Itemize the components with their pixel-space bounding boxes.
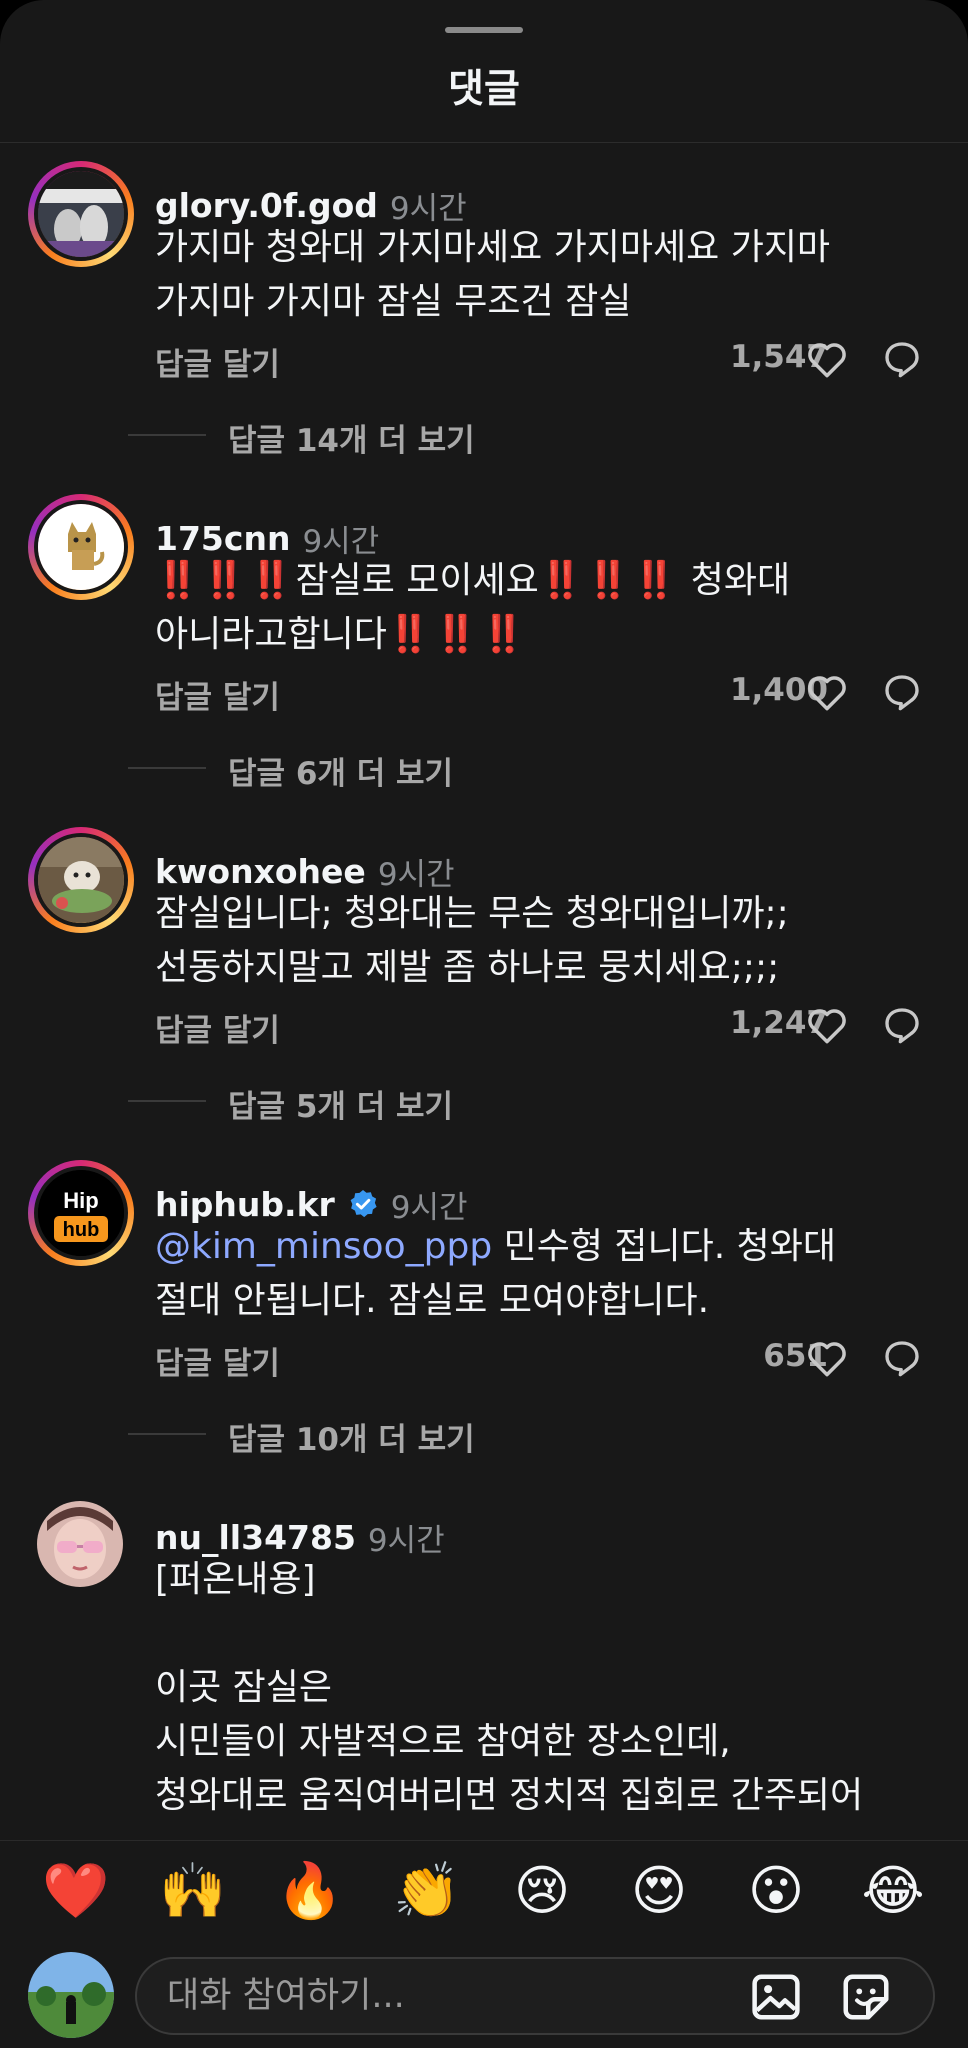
clapping-reaction[interactable]: 👏: [393, 1859, 460, 1923]
hiphub-logo: Hip hub: [38, 1170, 124, 1256]
heart-icon[interactable]: [806, 672, 848, 712]
mention-link[interactable]: @kim_minsoo_ppp: [155, 1226, 492, 1267]
current-user-avatar[interactable]: [28, 1952, 114, 2038]
username[interactable]: nu_ll34785: [155, 1518, 356, 1557]
view-replies-button[interactable]: 답글 5개 더 보기: [0, 1081, 968, 1125]
comments-sheet: 댓글 glory.0f.god 9시간 가지마 청와대 가지마세요 가지마세요 …: [0, 0, 968, 2048]
username[interactable]: 175cnn: [155, 519, 290, 558]
reply-icon[interactable]: [882, 672, 922, 712]
comment-text-part: 잠실로 모이세요: [295, 560, 539, 601]
avatar-story-ring[interactable]: Hip hub: [28, 1160, 134, 1266]
reply-button[interactable]: 답글 달기: [155, 339, 280, 384]
avatar: [34, 500, 128, 594]
fire-reaction[interactable]: 🔥: [276, 1859, 343, 1923]
avatar[interactable]: [37, 1501, 123, 1587]
avatar-story-ring[interactable]: [28, 161, 134, 267]
surprised-reaction[interactable]: 😮: [744, 1859, 808, 1923]
thread-line: [128, 434, 206, 436]
raising-hands-reaction[interactable]: 🙌: [159, 1859, 226, 1923]
avatar: [34, 833, 128, 927]
view-replies-label: 답글 14개 더 보기: [228, 423, 475, 459]
thread-line: [128, 767, 206, 769]
comment-text: @kim_minsoo_ppp 민수형 접니다. 청와대 절대 안됩니다. 잠실…: [155, 1220, 935, 1328]
comment-text-part: 아니라고합니다: [155, 614, 387, 655]
reaction-bar: ❤️ 🙌 🔥 👏 😢 😍 😮 😂: [0, 1840, 968, 1936]
heart-icon[interactable]: [806, 1338, 848, 1378]
comment-input-box: [135, 1957, 935, 2035]
username[interactable]: hiphub.kr: [155, 1185, 335, 1224]
heart-icon[interactable]: [806, 1005, 848, 1045]
username[interactable]: kwonxohee: [155, 852, 366, 891]
comment-text: 가지마 청와대 가지마세요 가지마세요 가지마 가지마 가지마 잠실 무조건 잠…: [155, 227, 831, 322]
view-replies-label: 답글 5개 더 보기: [228, 1089, 454, 1125]
avatar-story-ring[interactable]: [28, 494, 134, 600]
reply-button[interactable]: 답글 달기: [155, 1338, 280, 1383]
avatar: Hip hub: [34, 1166, 128, 1260]
comment-text-part: 청와대: [679, 560, 791, 601]
view-replies-label: 답글 6개 더 보기: [228, 756, 454, 792]
emphasis-marks: ‼️‼️‼️: [155, 560, 296, 601]
thread-line: [128, 1100, 206, 1102]
comment-list[interactable]: glory.0f.god 9시간 가지마 청와대 가지마세요 가지마세요 가지마…: [0, 143, 968, 1840]
sheet-drag-handle[interactable]: [445, 27, 523, 33]
view-replies-label: 답글 10개 더 보기: [228, 1422, 475, 1458]
username[interactable]: glory.0f.god: [155, 186, 378, 225]
comment-input[interactable]: [167, 1971, 727, 2021]
reply-button[interactable]: 답글 달기: [155, 1005, 280, 1050]
sheet-title: 댓글: [448, 67, 520, 112]
hiphub-logo-bottom: hub: [63, 1219, 100, 1241]
sticker-icon[interactable]: [839, 1970, 893, 2024]
reply-icon[interactable]: [882, 339, 922, 379]
reply-icon[interactable]: [882, 1338, 922, 1378]
reply-icon[interactable]: [882, 1005, 922, 1045]
comment-text: 잠실입니다; 청와대는 무슨 청와대입니까;; 선동하지말고 제발 좀 하나로 …: [155, 893, 789, 988]
view-replies-button[interactable]: 답글 10개 더 보기: [0, 1414, 968, 1458]
comment-text: [퍼온내용] 이곳 잠실은 시민들이 자발적으로 참여한 장소인데, 청와대로 …: [155, 1559, 864, 1816]
hiphub-logo-top: Hip: [63, 1188, 98, 1213]
emphasis-marks: ‼️‼️‼️: [538, 560, 680, 601]
avatar-story-ring[interactable]: [28, 827, 134, 933]
view-replies-button[interactable]: 답글 14개 더 보기: [0, 415, 968, 459]
image-icon[interactable]: [749, 1970, 803, 2024]
laughing-reaction[interactable]: 😂: [861, 1859, 925, 1923]
heart-reaction[interactable]: ❤️: [42, 1859, 109, 1923]
heart-eyes-reaction[interactable]: 😍: [627, 1859, 691, 1923]
comment-text: ‼️‼️‼️잠실로 모이세요‼️‼️‼️ 청와대 아니라고합니다‼️‼️‼️: [155, 554, 935, 662]
view-replies-button[interactable]: 답글 6개 더 보기: [0, 748, 968, 792]
reply-button[interactable]: 답글 달기: [155, 672, 280, 717]
comment-composer: [0, 1936, 968, 2048]
avatar: [34, 167, 128, 261]
emphasis-marks: ‼️‼️‼️: [386, 614, 528, 655]
crying-reaction[interactable]: 😢: [510, 1859, 574, 1923]
thread-line: [128, 1433, 206, 1435]
verified-badge-icon: [350, 1190, 377, 1218]
heart-icon[interactable]: [806, 339, 848, 379]
